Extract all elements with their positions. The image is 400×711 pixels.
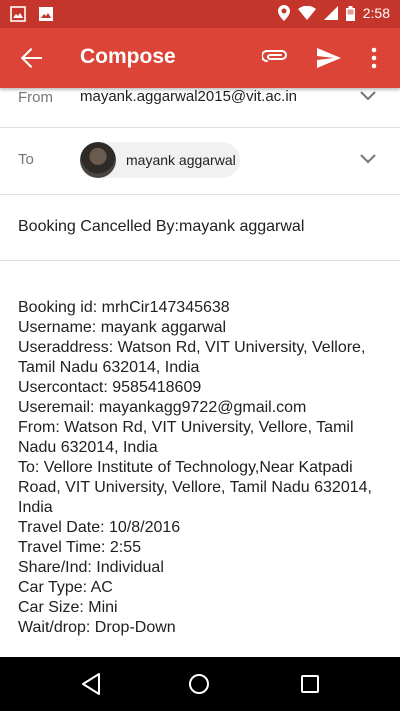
body-line: Usercontact: 9585418609 (18, 379, 202, 396)
from-address[interactable]: mayank.aggarwal2015@vit.ac.in (80, 88, 297, 105)
signal-icon (323, 6, 338, 20)
body-line: Username: mayank aggarwal (18, 319, 227, 336)
body-line: Useremail: mayankagg9722@gmail.com (18, 399, 307, 416)
from-label: From (18, 89, 53, 106)
avatar (80, 142, 116, 178)
body-line: Travel Date: 10/8/2016 (18, 519, 181, 536)
to-label: To (18, 151, 34, 168)
divider (0, 127, 400, 128)
body-line: Car Size: Mini (18, 599, 118, 616)
body-line: Share/Ind: Individual (18, 559, 164, 576)
body-line: Wait/drop: Drop-Down (18, 619, 176, 636)
more-vert-icon[interactable] (368, 46, 380, 70)
page-title: Compose (80, 45, 176, 68)
battery-icon (345, 5, 355, 21)
wifi-icon (297, 6, 316, 20)
send-icon[interactable] (316, 46, 342, 70)
body-line: Travel Time: 2:55 (18, 539, 142, 556)
chevron-down-icon[interactable] (360, 154, 376, 164)
nav-recents-icon[interactable] (300, 674, 320, 694)
body-line: Car Type: AC (18, 579, 113, 596)
body-line: Useraddress: Watson Rd, VIT University, … (18, 339, 366, 376)
location-icon (277, 5, 290, 21)
body-line: To: Vellore Institute of Technology,Near… (18, 459, 372, 516)
status-time: 2:58 (362, 5, 390, 21)
nav-back-icon[interactable] (80, 672, 102, 696)
recipient-name: mayank aggarwal (126, 152, 236, 168)
compose-body[interactable]: Booking id: mrhCir147345638 Username: ma… (18, 298, 386, 638)
subject-field[interactable]: Booking Cancelled By:mayank aggarwal (18, 218, 304, 236)
divider (0, 194, 400, 195)
nav-home-icon[interactable] (188, 673, 210, 695)
body-line: Booking id: mrhCir147345638 (18, 299, 230, 316)
chevron-down-icon[interactable] (360, 91, 376, 101)
status-bar: 2:58 (0, 0, 400, 28)
photo-icon (39, 7, 53, 21)
image-icon (10, 6, 26, 22)
recipient-chip[interactable]: mayank aggarwal (80, 142, 240, 178)
app-bar: Compose (0, 28, 400, 88)
navigation-bar (0, 657, 400, 711)
body-line: From: Watson Rd, VIT University, Vellore… (18, 419, 354, 456)
divider (0, 260, 400, 261)
back-arrow-icon[interactable] (18, 46, 44, 70)
attach-icon[interactable] (262, 46, 290, 70)
